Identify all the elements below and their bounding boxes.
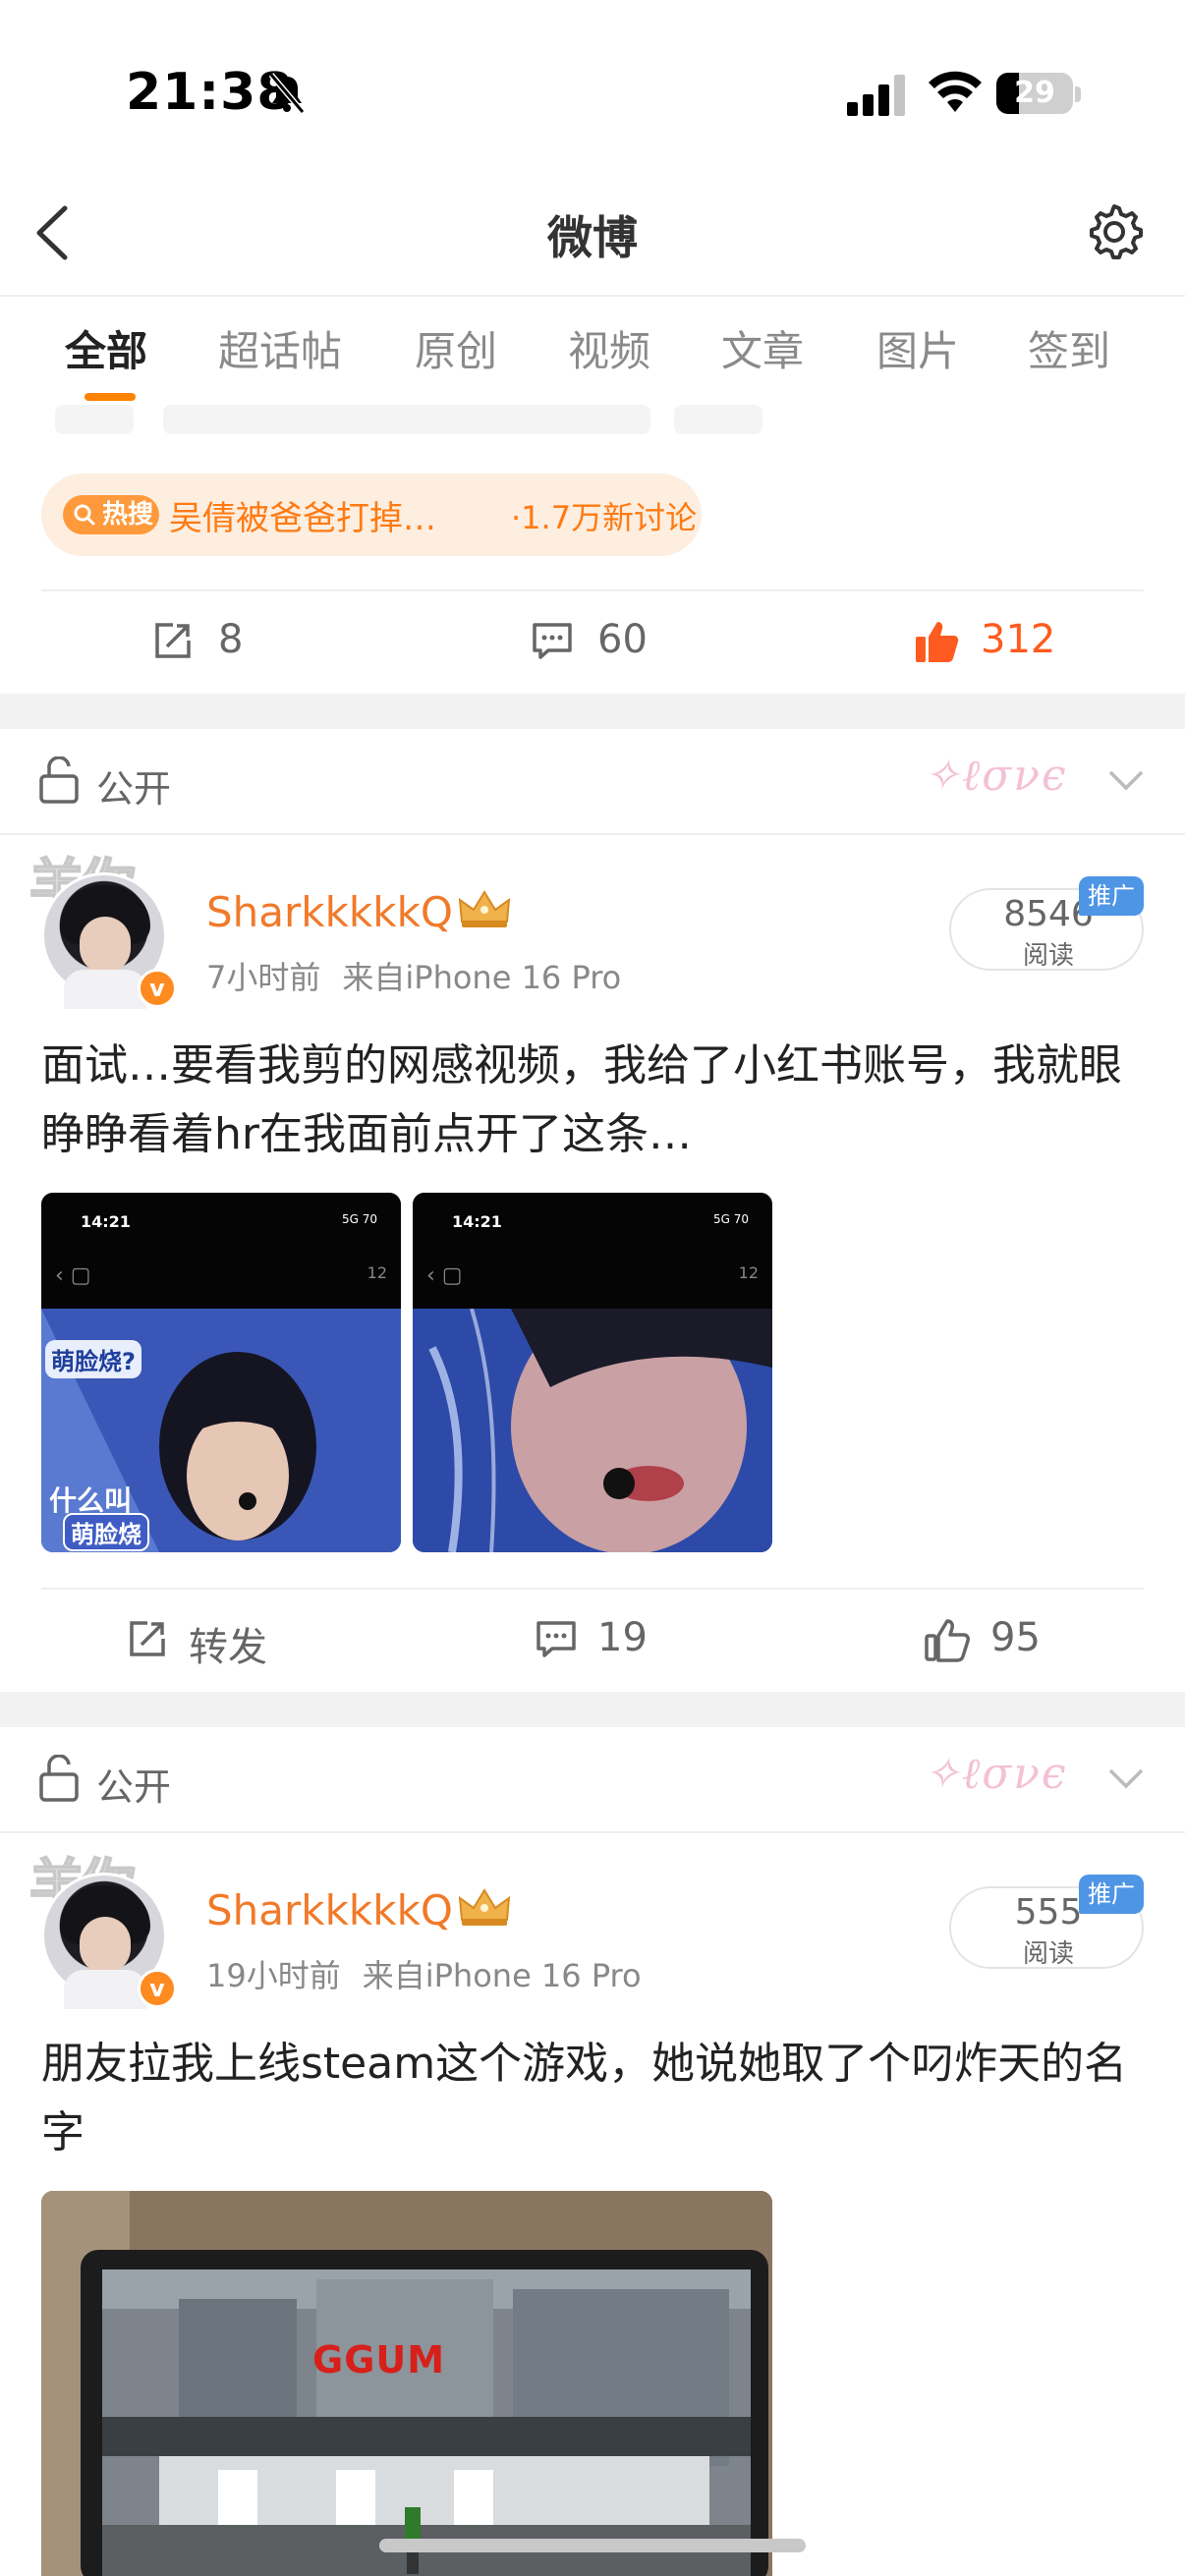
chevron-down-icon[interactable] bbox=[1106, 1759, 1146, 1798]
promoted-tag: 推广 bbox=[1079, 876, 1144, 916]
tab-original[interactable]: 原创 bbox=[415, 318, 497, 378]
comment-button[interactable]: 60 bbox=[531, 611, 668, 670]
avatar[interactable]: 羊你 v bbox=[28, 847, 187, 1009]
like-button[interactable]: 95 bbox=[924, 1609, 1051, 1668]
crown-member-icon[interactable] bbox=[456, 1886, 513, 1930]
avatar[interactable]: 羊你 v bbox=[28, 1847, 187, 2009]
bell-muted-icon bbox=[268, 73, 306, 114]
repost-count: 8 bbox=[218, 617, 244, 662]
clipped-content bbox=[55, 405, 134, 434]
like-count: 95 bbox=[990, 1615, 1041, 1660]
tab-article[interactable]: 文章 bbox=[721, 318, 804, 378]
active-tab-indicator bbox=[85, 393, 136, 401]
battery-icon: 29 bbox=[996, 71, 1081, 116]
screenshot-nav-icons: ‹ ▢ bbox=[426, 1263, 463, 1288]
repost-icon bbox=[155, 623, 191, 658]
comment-icon bbox=[533, 623, 572, 659]
screenshot-time: 14:21 bbox=[452, 1212, 502, 1231]
post-text[interactable]: 面试…要看我剪的网感视频，我给了小红书账号，我就眼睁睁看着hr在我面前点开了这条… bbox=[41, 1032, 1152, 1169]
screenshot-share: 12 bbox=[367, 1263, 387, 1282]
nav-bar: 微博 bbox=[0, 177, 1185, 297]
game-name-label: GGUM bbox=[312, 2338, 446, 2381]
like-thumb-icon bbox=[925, 1619, 970, 1662]
clipped-content bbox=[674, 405, 762, 434]
divider bbox=[41, 1588, 1144, 1590]
love-decoration-icon: ✧ℓσνє bbox=[924, 751, 1068, 801]
chevron-down-icon[interactable] bbox=[1106, 760, 1146, 800]
caption-bottom-2: 萌脸烧 bbox=[63, 1513, 149, 1551]
status-bar: 21:38 29 bbox=[0, 0, 1185, 177]
hot-topic-count: ·1.7万新讨论 bbox=[511, 499, 698, 536]
screenshot-time: 14:21 bbox=[81, 1212, 131, 1231]
tab-image[interactable]: 图片 bbox=[876, 318, 959, 378]
battery-level: 29 bbox=[1014, 76, 1055, 110]
visibility-label: 公开 bbox=[96, 767, 172, 811]
screenshot-nav-icons: ‹ ▢ bbox=[55, 1263, 91, 1288]
comment-icon bbox=[536, 1621, 576, 1657]
caption-top: 萌脸烧? bbox=[45, 1340, 141, 1378]
post-time: 7小时前 bbox=[206, 959, 321, 996]
crown-member-icon[interactable] bbox=[456, 888, 513, 931]
like-count: 312 bbox=[981, 617, 1056, 662]
post-meta: 7小时前 来自iPhone 16 Pro bbox=[206, 953, 621, 998]
feed-separator bbox=[0, 694, 1185, 729]
username[interactable]: SharkkkkkQ bbox=[206, 888, 453, 936]
laptop-game-photo bbox=[41, 2191, 772, 2576]
unlock-icon bbox=[39, 1755, 79, 1802]
divider bbox=[41, 589, 1144, 591]
verified-v-icon: v bbox=[138, 1969, 177, 2008]
feed-separator bbox=[0, 1692, 1185, 1727]
screenshot-signal: 5G 70 bbox=[712, 1212, 749, 1226]
screenshot-signal: 5G 70 bbox=[341, 1212, 377, 1226]
comment-button[interactable]: 19 bbox=[535, 1609, 672, 1668]
repost-label: 转发 bbox=[189, 1625, 267, 1670]
settings-gear-icon[interactable] bbox=[1083, 200, 1146, 263]
search-icon bbox=[74, 504, 95, 526]
post-image[interactable]: 14:21 5G 70 ‹ ▢ 12 bbox=[413, 1193, 772, 1552]
post-image[interactable]: GGUM bbox=[41, 2191, 772, 2576]
visibility-row: 公开 ✧ℓσνє bbox=[0, 729, 1185, 835]
read-label: 阅读 bbox=[1022, 1939, 1074, 1969]
post-source: 来自iPhone 16 Pro bbox=[342, 959, 622, 996]
post-image[interactable]: 14:21 5G 70 ‹ ▢ 12 萌脸烧? 什么叫 萌脸烧 bbox=[41, 1193, 401, 1552]
tab-video[interactable]: 视频 bbox=[568, 318, 650, 378]
comment-count: 19 bbox=[597, 1615, 648, 1660]
hot-search-badge: 热搜 bbox=[63, 495, 159, 534]
repost-button[interactable]: 转发 bbox=[126, 1609, 283, 1670]
hot-search-badge-label: 热搜 bbox=[102, 500, 154, 530]
screenshot-share: 12 bbox=[738, 1263, 759, 1282]
clipped-content bbox=[163, 405, 650, 434]
promoted-tag: 推广 bbox=[1079, 1875, 1144, 1914]
like-button[interactable]: 312 bbox=[914, 611, 1061, 670]
visibility-label: 公开 bbox=[96, 1765, 172, 1809]
hot-topic-title: 吴倩被爸爸打掉… bbox=[169, 499, 436, 538]
read-label: 阅读 bbox=[1022, 941, 1074, 971]
visibility-row: 公开 ✧ℓσνє bbox=[0, 1727, 1185, 1833]
love-decoration-icon: ✧ℓσνє bbox=[924, 1749, 1068, 1799]
unlock-icon bbox=[39, 756, 79, 804]
post-text[interactable]: 朋友拉我上线steam这个游戏，她说她取了个叼炸天的名字 bbox=[41, 2030, 1152, 2167]
comment-count: 60 bbox=[597, 617, 648, 662]
cellular-signal-icon bbox=[847, 75, 905, 116]
tab-supertopic[interactable]: 超话帖 bbox=[218, 318, 342, 378]
verified-v-icon: v bbox=[138, 969, 177, 1008]
home-indicator[interactable] bbox=[379, 2539, 806, 2552]
tab-checkin[interactable]: 签到 bbox=[1028, 318, 1110, 378]
concert-closeup-photo bbox=[413, 1309, 772, 1552]
filter-tabs: 全部 超话帖 原创 视频 文章 图片 签到 bbox=[0, 299, 1185, 407]
wifi-icon bbox=[929, 71, 982, 112]
post-source: 来自iPhone 16 Pro bbox=[362, 1957, 642, 1994]
username[interactable]: SharkkkkkQ bbox=[206, 1886, 453, 1934]
hot-search-pill[interactable]: 热搜 吴倩被爸爸打掉… ·1.7万新讨论 bbox=[41, 474, 702, 556]
tab-all[interactable]: 全部 bbox=[65, 318, 147, 378]
like-thumb-filled-icon bbox=[916, 622, 959, 662]
repost-icon bbox=[130, 1621, 165, 1656]
post-time: 19小时前 bbox=[206, 1957, 341, 1994]
page-title: 微博 bbox=[547, 211, 638, 264]
repost-button[interactable]: 8 bbox=[151, 611, 269, 670]
post-meta: 19小时前 来自iPhone 16 Pro bbox=[206, 1951, 642, 1996]
